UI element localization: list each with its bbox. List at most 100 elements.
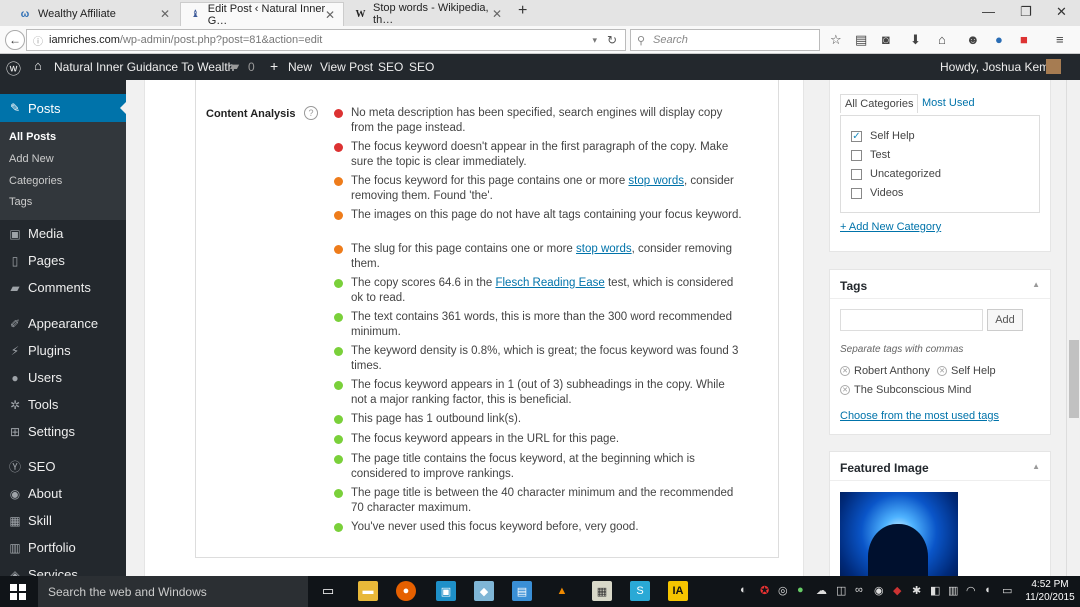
category-videos[interactable]: Videos xyxy=(851,187,903,199)
remove-tag-icon[interactable]: ✕ xyxy=(840,385,850,395)
sidebar-item-settings[interactable]: ⊞ Settings xyxy=(8,424,75,439)
app-icon[interactable]: S xyxy=(630,581,650,601)
sidebar-item-pages[interactable]: ▯ Pages xyxy=(8,253,65,268)
tray-icon[interactable]: ◧ xyxy=(930,584,940,597)
featured-image-thumbnail[interactable] xyxy=(840,492,958,576)
collapse-arrow-icon[interactable]: ▲ xyxy=(1032,280,1040,289)
tab-edit-post[interactable]: ♝ Edit Post ‹ Natural Inner G… ✕ xyxy=(180,2,344,27)
choose-most-used-tags-link[interactable]: Choose from the most used tags xyxy=(840,410,999,422)
submenu-tags[interactable]: Tags xyxy=(9,196,32,208)
tab-stop-words[interactable]: W Stop words - Wikipedia, th… ✕ xyxy=(346,2,510,26)
close-window-button[interactable]: ✕ xyxy=(1056,4,1067,20)
add-tag-button[interactable]: Add xyxy=(987,309,1023,331)
app-icon[interactable]: ▦ xyxy=(592,581,612,601)
checkbox-icon[interactable] xyxy=(851,149,862,161)
site-name-link[interactable]: Natural Inner Guidance To Wealth xyxy=(54,60,234,74)
wordpress-logo-icon[interactable]: ⓦ xyxy=(6,58,21,79)
seo-link-1[interactable]: SEO xyxy=(378,60,403,74)
home-icon[interactable]: ⌂ xyxy=(938,32,946,47)
sidebar-item-users[interactable]: ● Users xyxy=(8,370,62,385)
tag-input[interactable] xyxy=(840,309,983,331)
category-uncategorized[interactable]: Uncategorized xyxy=(851,168,941,180)
sidebar-item-comments[interactable]: ▰ Comments xyxy=(8,280,90,295)
tab-most-used[interactable]: Most Used xyxy=(922,97,975,109)
sidebar-item-appearance[interactable]: ✐ Appearance xyxy=(8,316,98,331)
app-icon[interactable]: ◆ xyxy=(474,581,494,601)
sidebar-item-about[interactable]: ◉ About xyxy=(8,486,62,501)
seo-link-2[interactable]: SEO xyxy=(409,60,434,74)
reading-list-icon[interactable]: ▤ xyxy=(855,32,867,48)
remove-tag-icon[interactable]: ✕ xyxy=(937,366,947,376)
result-link[interactable]: stop words xyxy=(576,243,632,255)
new-link[interactable]: New xyxy=(288,60,312,74)
sidebar-item-skill[interactable]: ▦ Skill xyxy=(8,513,52,528)
remove-tag-icon[interactable]: ✕ xyxy=(840,366,850,376)
tray-icon[interactable]: ◐ xyxy=(740,584,747,596)
tray-icon[interactable]: ∞ xyxy=(855,584,863,596)
taskbar-search-input[interactable]: Search the web and Windows xyxy=(38,576,308,607)
sidebar-item-posts[interactable]: ✎ Posts xyxy=(0,94,126,122)
app-icon[interactable]: ▤ xyxy=(512,581,532,601)
tray-icon[interactable]: ◉ xyxy=(874,584,884,597)
menu-icon[interactable]: ≡ xyxy=(1056,32,1064,47)
result-link[interactable]: stop words xyxy=(628,175,684,187)
page-scrollbar[interactable] xyxy=(1066,80,1080,576)
app-icon[interactable]: ▣ xyxy=(436,581,456,601)
checkbox-icon[interactable] xyxy=(851,187,862,199)
checkbox-checked-icon[interactable]: ✓ xyxy=(851,130,862,142)
comments-count[interactable]: 0 xyxy=(248,60,255,74)
category-test[interactable]: Test xyxy=(851,149,890,161)
sidebar-item-plugins[interactable]: ⚡ Plugins xyxy=(8,343,71,358)
close-tab-icon[interactable]: ✕ xyxy=(325,8,335,22)
taskbar-clock[interactable]: 4:52 PM 11/20/2015 xyxy=(1020,578,1080,604)
addon-icon[interactable]: ■ xyxy=(1020,32,1028,47)
bookmark-star-icon[interactable]: ☆ xyxy=(830,32,842,48)
howdy-user[interactable]: Howdy, Joshua Kemp xyxy=(940,60,1056,74)
category-self-help[interactable]: ✓ Self Help xyxy=(851,130,915,142)
restore-button[interactable]: ❐ xyxy=(1020,4,1032,20)
close-tab-icon[interactable]: ✕ xyxy=(492,7,502,21)
network-icon[interactable]: ▥ xyxy=(948,584,958,597)
view-post-link[interactable]: View Post xyxy=(320,60,373,74)
action-center-icon[interactable]: ▭ xyxy=(1002,584,1012,597)
download-icon[interactable]: ⬇ xyxy=(910,32,921,48)
sidebar-item-seo[interactable]: Ⓨ SEO xyxy=(8,459,55,474)
reload-icon[interactable]: ↻ xyxy=(607,33,617,47)
back-icon[interactable]: ← xyxy=(5,30,25,50)
scrollbar-thumb[interactable] xyxy=(1069,340,1079,418)
extension-icon[interactable]: ● xyxy=(995,32,1003,47)
help-icon[interactable]: ? xyxy=(304,106,318,120)
dropdown-icon[interactable]: ▾ xyxy=(592,35,597,46)
chat-icon[interactable]: ☻ xyxy=(966,32,980,47)
avatar[interactable] xyxy=(1046,59,1061,74)
pocket-icon[interactable]: ◙ xyxy=(882,32,890,47)
submenu-add-new[interactable]: Add New xyxy=(9,153,54,165)
tab-wealthy-affiliate[interactable]: ω Wealthy Affiliate ✕ xyxy=(10,2,178,26)
tray-icon[interactable]: ◎ xyxy=(778,584,788,597)
tray-icon[interactable]: ● xyxy=(797,584,804,596)
windows-start-icon[interactable] xyxy=(10,584,26,600)
tray-icon[interactable]: ◫ xyxy=(836,584,846,597)
close-tab-icon[interactable]: ✕ xyxy=(160,7,170,21)
new-tab-button[interactable]: + xyxy=(518,2,527,20)
submenu-all-posts[interactable]: All Posts xyxy=(9,131,56,143)
sidebar-item-services[interactable]: ◈ Services xyxy=(8,567,77,576)
add-new-category-link[interactable]: + Add New Category xyxy=(840,221,941,233)
minimize-button[interactable]: — xyxy=(982,4,995,19)
tab-all-categories[interactable]: All Categories xyxy=(840,94,919,113)
task-view-icon[interactable]: ▭ xyxy=(318,581,338,601)
tray-icon[interactable]: ✪ xyxy=(760,584,769,597)
app-icon[interactable]: IA xyxy=(668,581,688,601)
file-explorer-icon[interactable]: ▬ xyxy=(358,581,378,601)
url-bar[interactable]: ⓘ iamriches.com/wp-admin/post.php?post=8… xyxy=(26,29,626,51)
bluetooth-icon[interactable]: ✱ xyxy=(912,584,921,597)
sidebar-item-tools[interactable]: ✲ Tools xyxy=(8,397,58,412)
collapse-arrow-icon[interactable]: ▲ xyxy=(1032,462,1040,471)
sidebar-item-media[interactable]: ▣ Media xyxy=(8,226,63,241)
search-input[interactable]: ⚲ Search xyxy=(630,29,820,51)
vlc-icon[interactable]: ▲ xyxy=(552,581,572,601)
volume-icon[interactable]: ◖ xyxy=(984,584,991,596)
tray-icon[interactable]: ◆ xyxy=(893,584,901,597)
sidebar-item-portfolio[interactable]: ▥ Portfolio xyxy=(8,540,75,555)
submenu-categories[interactable]: Categories xyxy=(9,175,62,187)
